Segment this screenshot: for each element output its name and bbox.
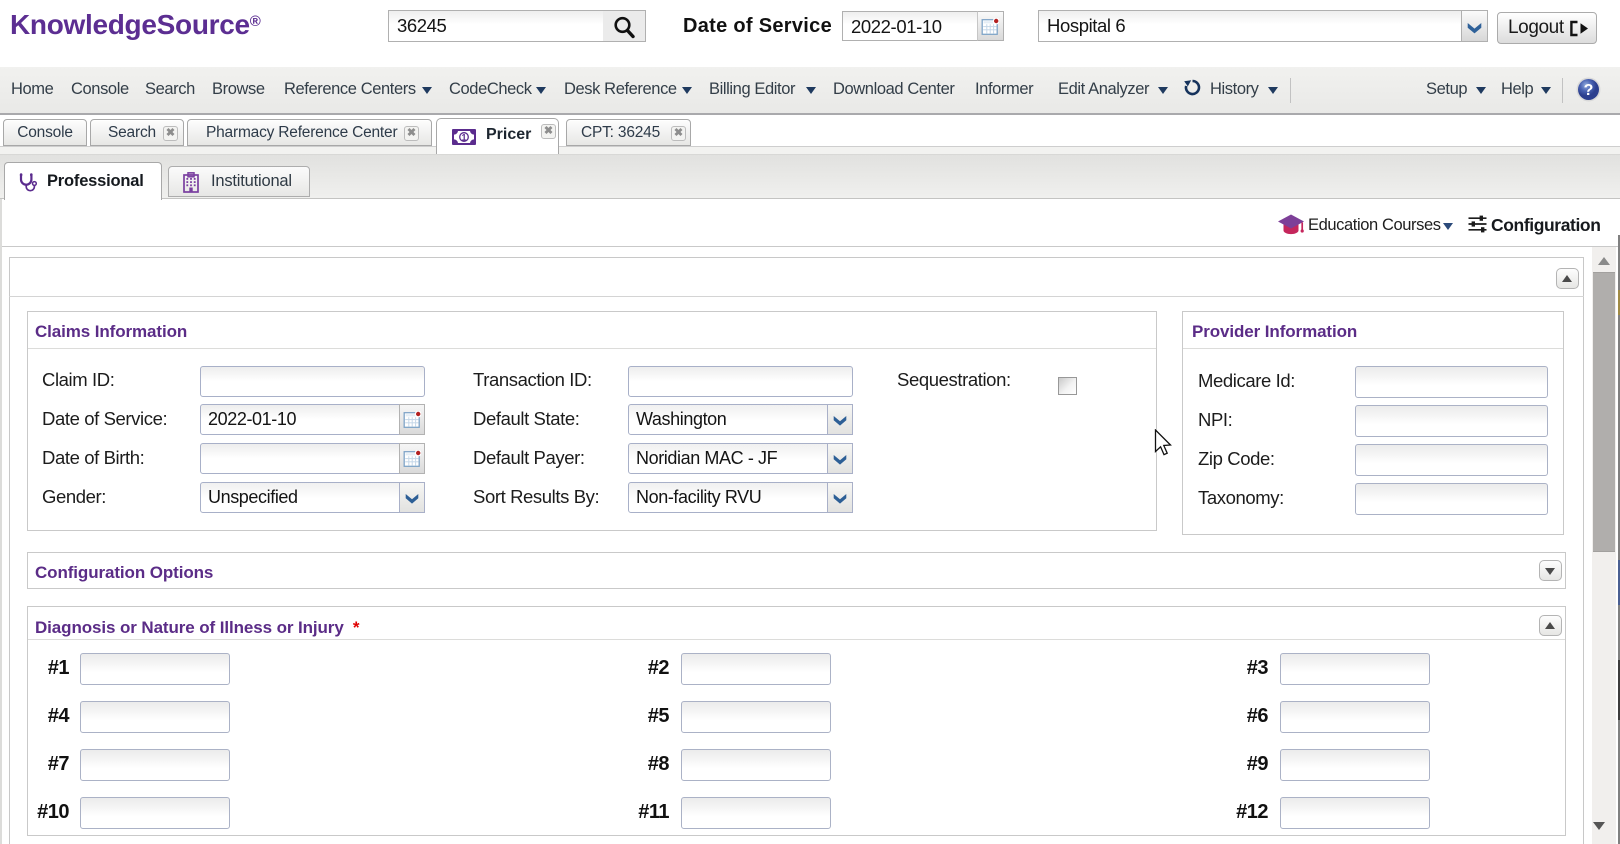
svg-text:H: H [189, 173, 192, 178]
svg-text:?: ? [1584, 82, 1594, 99]
svg-text:1: 1 [461, 132, 466, 142]
